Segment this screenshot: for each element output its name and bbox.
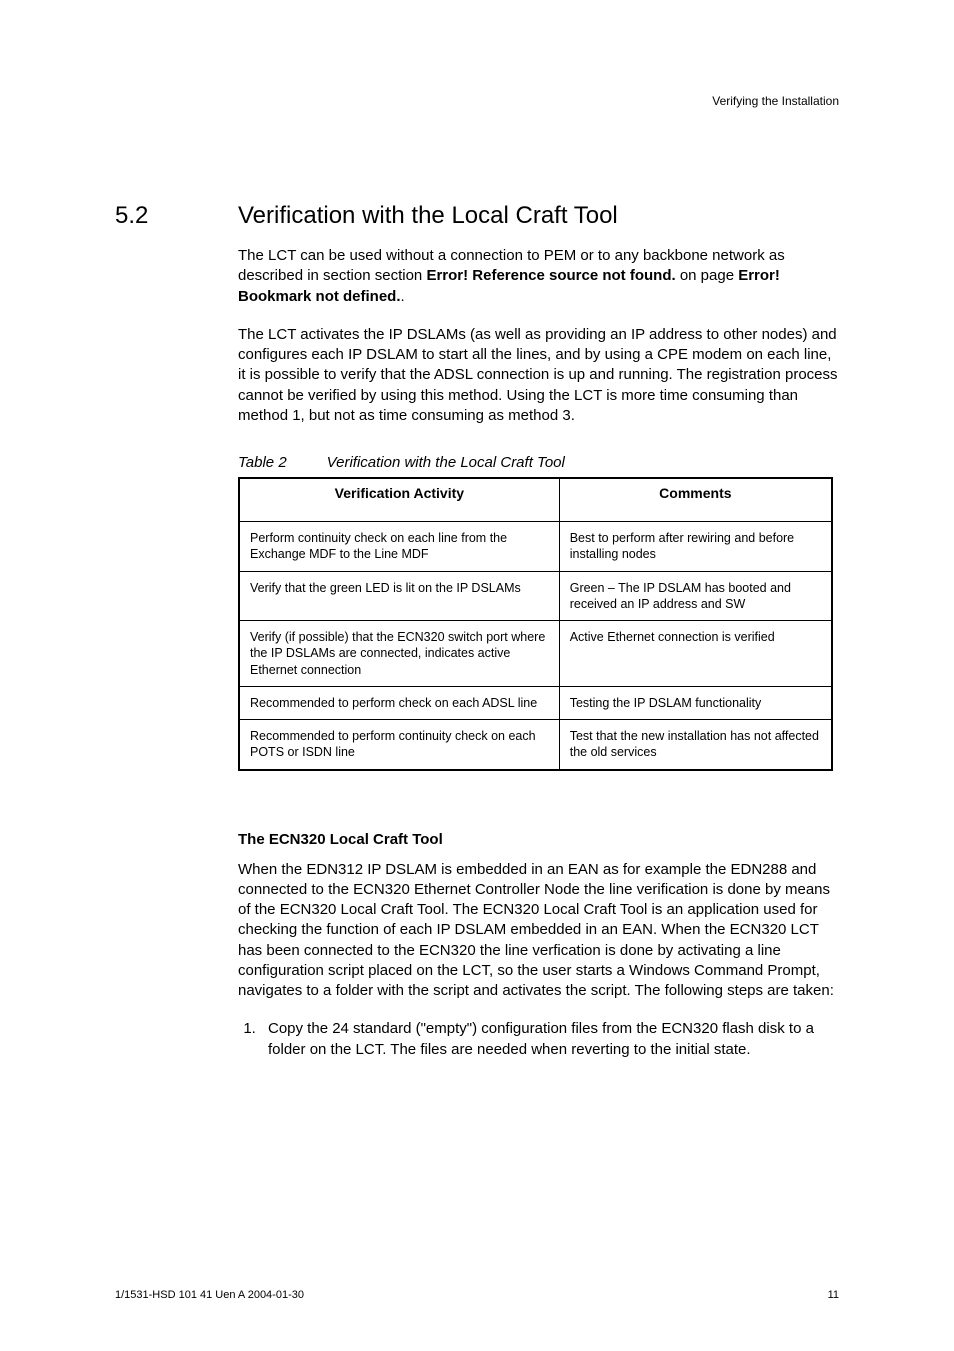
- body-content: The LCT can be used without a connection…: [238, 246, 839, 1060]
- verification-table: Verification Activity Comments Perform c…: [238, 477, 833, 771]
- table-header-comments: Comments: [559, 478, 832, 522]
- table-row: Perform continuity check on each line fr…: [239, 522, 832, 572]
- section-heading-row: 5.2 Verification with the Local Craft To…: [115, 202, 839, 230]
- table-header-row: Verification Activity Comments: [239, 478, 832, 522]
- p1-text-2: on page: [676, 267, 739, 284]
- table-row: Recommended to perform check on each ADS…: [239, 686, 832, 719]
- table-cell-activity: Perform continuity check on each line fr…: [239, 522, 559, 572]
- step-item: Copy the 24 standard ("empty") configura…: [260, 1019, 839, 1060]
- table-caption: Table 2 Verification with the Local Craft…: [238, 454, 839, 471]
- table-caption-label: Table 2: [238, 454, 287, 471]
- p1-text-3: .: [401, 288, 405, 305]
- table-row: Verify that the green LED is lit on the …: [239, 571, 832, 621]
- table-row: Recommended to perform continuity check …: [239, 720, 832, 770]
- section-title: Verification with the Local Craft Tool: [238, 202, 618, 230]
- table-cell-comment: Best to perform after rewiring and befor…: [559, 522, 832, 572]
- footer: 1/1531-HSD 101 41 Uen A 2004-01-30 11: [115, 1289, 839, 1301]
- table-cell-activity: Recommended to perform check on each ADS…: [239, 686, 559, 719]
- section-number: 5.2: [115, 202, 238, 230]
- footer-left: 1/1531-HSD 101 41 Uen A 2004-01-30: [115, 1289, 304, 1301]
- footer-page-number: 11: [828, 1289, 839, 1301]
- paragraph-3: When the EDN312 IP DSLAM is embedded in …: [238, 860, 839, 1002]
- table-cell-comment: Test that the new installation has not a…: [559, 720, 832, 770]
- steps-list: Copy the 24 standard ("empty") configura…: [238, 1019, 839, 1060]
- table-row: Verify (if possible) that the ECN320 swi…: [239, 621, 832, 687]
- table-cell-activity: Verify (if possible) that the ECN320 swi…: [239, 621, 559, 687]
- table-cell-comment: Green – The IP DSLAM has booted and rece…: [559, 571, 832, 621]
- page: Verifying the Installation 5.2 Verificat…: [0, 0, 954, 1351]
- table-cell-activity: Recommended to perform continuity check …: [239, 720, 559, 770]
- header-right-text: Verifying the Installation: [712, 94, 839, 108]
- table-cell-comment: Testing the IP DSLAM functionality: [559, 686, 832, 719]
- p1-bold-1: Error! Reference source not found.: [426, 267, 675, 284]
- table-header-activity: Verification Activity: [239, 478, 559, 522]
- paragraph-2: The LCT activates the IP DSLAMs (as well…: [238, 325, 839, 426]
- subheading-ecn320: The ECN320 Local Craft Tool: [238, 831, 839, 848]
- table-cell-activity: Verify that the green LED is lit on the …: [239, 571, 559, 621]
- table-caption-title: Verification with the Local Craft Tool: [327, 454, 565, 471]
- paragraph-1: The LCT can be used without a connection…: [238, 246, 839, 307]
- table-cell-comment: Active Ethernet connection is verified: [559, 621, 832, 687]
